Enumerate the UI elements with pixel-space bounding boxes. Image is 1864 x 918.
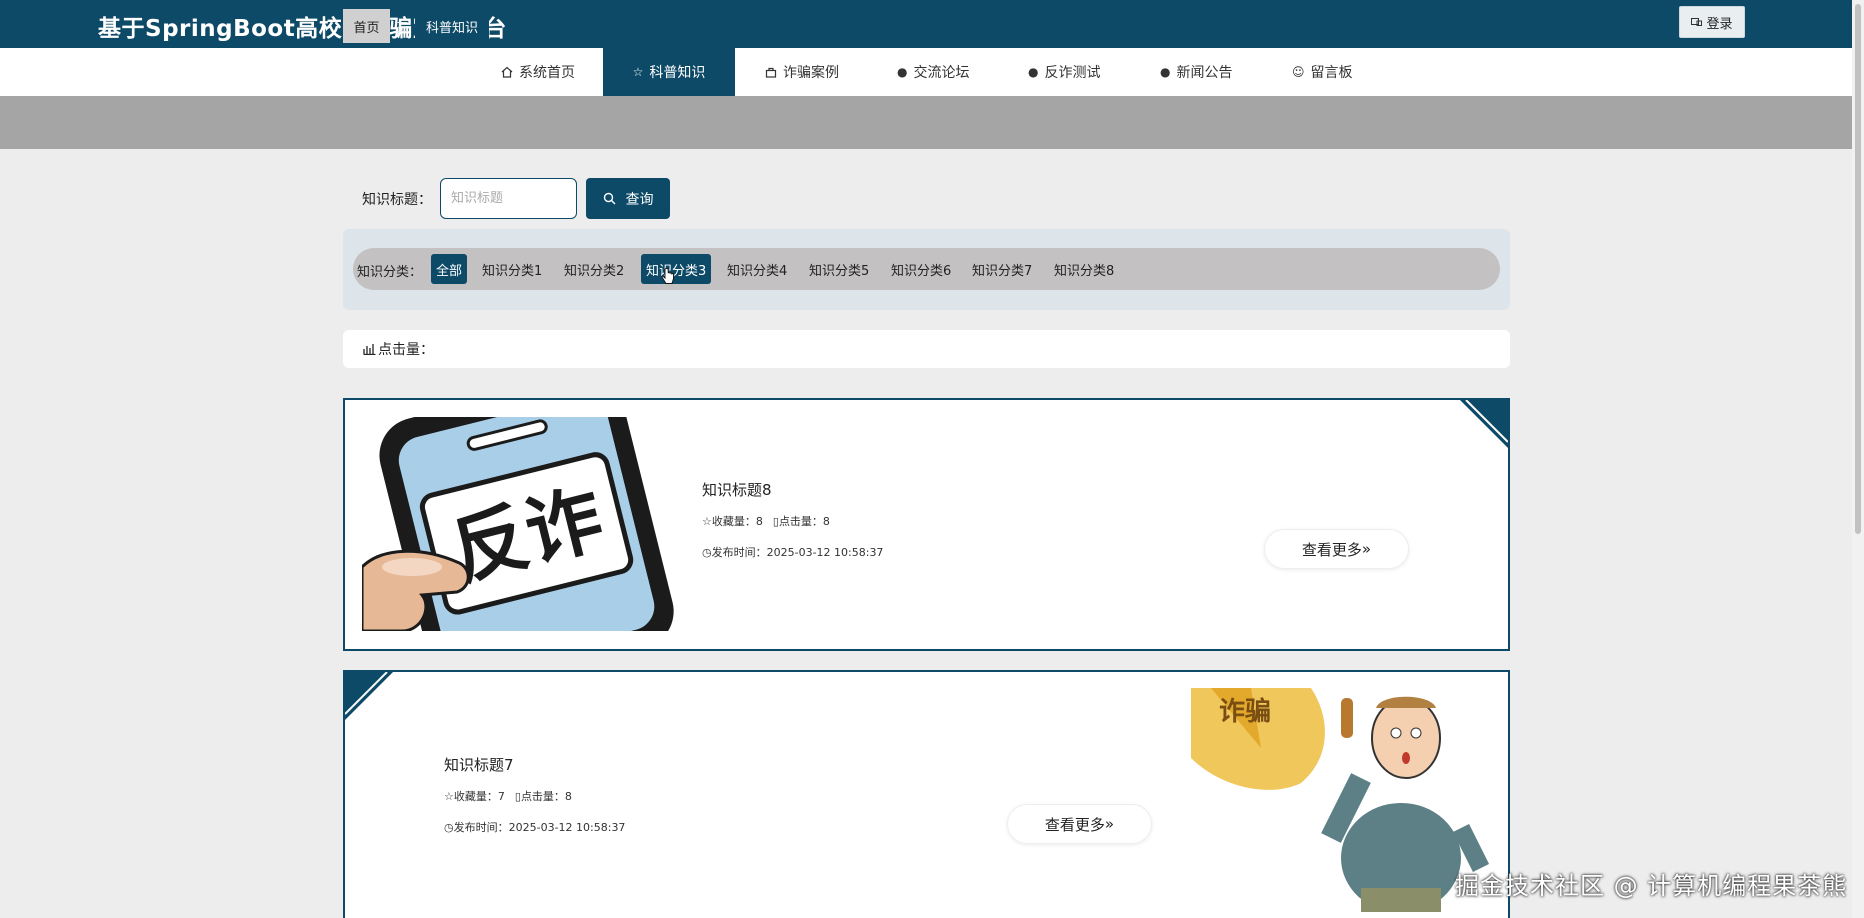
star-icon: ☆ (702, 515, 712, 528)
login-button[interactable]: 登录 (1679, 6, 1745, 38)
card-meta: ☆收藏量：8 ▯点击量：8 (702, 513, 830, 529)
card-favorites: ☆收藏量：7 (444, 790, 505, 803)
nav-label: 反诈测试 (1044, 65, 1101, 81)
category-3[interactable]: 知识分类3 (641, 254, 712, 284)
alert-icon: ● (897, 65, 908, 79)
scrollbar-thumb[interactable] (1855, 4, 1861, 534)
sort-by-clicks[interactable]: 点击量： (343, 330, 1510, 368)
nav-item-cases[interactable]: 诈骗案例 (751, 48, 861, 96)
category-7[interactable]: 知识分类7 (967, 254, 1037, 284)
category-2[interactable]: 知识分类2 (559, 254, 629, 284)
card-time: ◷发布时间：2025-03-12 10:58:37 (702, 546, 884, 559)
search-button-label: 查询 (625, 190, 654, 207)
corner-ribbon (1460, 400, 1508, 448)
card-clicks: ▯点击量：8 (514, 790, 572, 803)
clock-icon: ◷ (702, 546, 712, 559)
category-6[interactable]: 知识分类6 (886, 254, 956, 284)
breadcrumb-home[interactable]: 首页 (343, 9, 390, 43)
double-chevron-icon: » (1361, 540, 1372, 558)
card-meta: ☆收藏量：7 ▯点击量：8 (444, 788, 572, 804)
card-favorites: ☆收藏量：8 (702, 515, 763, 528)
nav-label: 科普知识 (649, 65, 706, 81)
clock-icon: ◷ (444, 821, 454, 834)
more-button[interactable]: 查看更多» (1007, 804, 1152, 844)
nav-item-forum[interactable]: ● 交流论坛 (883, 48, 993, 96)
double-chevron-icon: » (1104, 815, 1115, 833)
star-icon: ☆ (444, 790, 454, 803)
search-input[interactable] (440, 178, 577, 219)
breadcrumb (0, 96, 1864, 149)
search-label: 知识标题： (362, 192, 432, 208)
main-nav: 系统首页 ☆ 科普知识 诈骗案例 ● 交流论坛 ● 反诈测试 ● 新闻公告 ☺ … (0, 48, 1864, 96)
nav-label: 留言板 (1310, 65, 1353, 81)
corner-ribbon (345, 672, 393, 720)
card-clicks: ▯点击量：8 (772, 515, 830, 528)
nav-item-board[interactable]: ☺ 留言板 (1278, 48, 1378, 96)
category-5[interactable]: 知识分类5 (804, 254, 874, 284)
anti-fraud-image: 反诈 (362, 417, 680, 631)
nav-label: 诈骗案例 (783, 65, 839, 81)
image-text: 诈骗 (1219, 696, 1271, 727)
category-4[interactable]: 知识分类4 (722, 254, 792, 284)
fraud-call-image: 诈骗 (1191, 688, 1490, 912)
search-icon (603, 192, 615, 205)
category-8[interactable]: 知识分类8 (1049, 254, 1119, 284)
info-icon: ● (1160, 65, 1171, 79)
card-title[interactable]: 知识标题8 (702, 479, 772, 500)
smile-icon: ☺ (1292, 65, 1305, 79)
knowledge-card[interactable]: 诈骗 知识标题7 ☆收藏量：7 ▯点击量：8 ◷发布时间：2025-03-12 … (343, 670, 1510, 918)
breadcrumb-current: 科普知识 (415, 9, 489, 43)
nav-item-home[interactable]: 系统首页 (487, 48, 589, 96)
category-1[interactable]: 知识分类1 (477, 254, 547, 284)
top-bar: 基于SpringBoot高校防诈骗宣传平台 登录 (0, 0, 1864, 48)
nav-item-knowledge[interactable]: ☆ 科普知识 (603, 48, 735, 96)
category-all[interactable]: 全部 (431, 254, 468, 284)
sort-label: 点击量： (378, 342, 434, 358)
category-label: 知识分类： (357, 265, 423, 280)
card-title[interactable]: 知识标题7 (444, 754, 514, 775)
card-time: ◷发布时间：2025-03-12 10:58:37 (444, 821, 626, 834)
search-button[interactable]: 查询 (586, 178, 670, 219)
breadcrumb-separator: 三 (396, 21, 410, 36)
nav-label: 交流论坛 (913, 65, 970, 81)
question-icon: ● (1028, 65, 1039, 79)
login-label: 登录 (1706, 16, 1733, 32)
nav-item-news[interactable]: ● 新闻公告 (1146, 48, 1256, 96)
more-button[interactable]: 查看更多» (1264, 529, 1409, 569)
chart-icon (363, 344, 376, 355)
bag-icon (765, 67, 777, 78)
star-icon: ☆ (632, 65, 644, 79)
home-icon (501, 66, 513, 78)
nav-label: 系统首页 (519, 65, 575, 81)
watermark: 掘金技术社区 @ 计算机编程果茶熊 (1455, 872, 1848, 900)
knowledge-card[interactable]: 反诈 知识标题8 ☆收藏量：8 ▯点击量：8 ◷发布时间：2025-03-12 … (343, 398, 1510, 651)
login-icon (1691, 18, 1703, 26)
hand-cursor-icon (661, 268, 674, 284)
nav-label: 新闻公告 (1176, 65, 1233, 81)
nav-item-test[interactable]: ● 反诈测试 (1014, 48, 1124, 96)
